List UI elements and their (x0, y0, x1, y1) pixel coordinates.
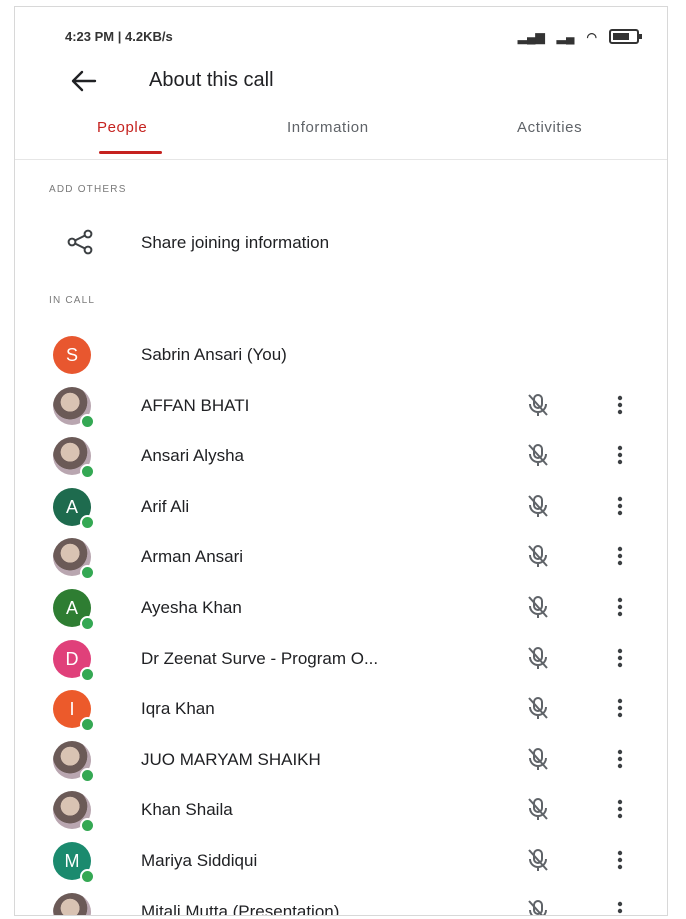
active-tab-indicator (99, 151, 162, 154)
online-status-dot (80, 413, 95, 429)
more-options-icon[interactable] (610, 695, 630, 721)
participant-name: Mitali Mutta (Presentation) (141, 901, 340, 916)
mic-off-icon[interactable] (525, 442, 551, 468)
mic-off-icon[interactable] (525, 796, 551, 822)
more-options-icon[interactable] (610, 442, 630, 468)
online-status-dot (80, 464, 95, 480)
participant-name: AFFAN BHATI (141, 395, 250, 415)
more-options-icon[interactable] (610, 392, 630, 418)
mic-off-icon[interactable] (525, 695, 551, 721)
participant-name: Ayesha Khan (141, 598, 242, 617)
online-status-dot (80, 514, 95, 530)
participant-row[interactable]: A Ayesha Khan (15, 582, 667, 632)
participant-row[interactable]: A Arif Ali (15, 481, 667, 531)
participant-name: Mariya Siddiqui (141, 851, 258, 870)
signal-icon-2: ▂▄ (556, 29, 575, 44)
participant-row[interactable]: Arman Ansari (15, 531, 667, 581)
add-others-label: ADD OTHERS (49, 184, 127, 195)
online-status-dot (80, 869, 95, 884)
avatar: S (53, 336, 91, 374)
status-bar: 4:23 PM | 4.2KB/s ▂▄▆ ▂▄ ◠ (65, 29, 642, 49)
participant-name: JUO MARYAM SHAIKH (141, 749, 321, 769)
more-options-icon[interactable] (610, 898, 630, 915)
participant-row[interactable]: AFFAN BHATI (15, 380, 667, 430)
online-status-dot (80, 818, 95, 834)
more-options-icon[interactable] (610, 645, 630, 671)
wifi-icon: ◠ (586, 29, 597, 44)
mic-off-icon[interactable] (525, 493, 551, 519)
tab-people[interactable]: People (97, 119, 147, 136)
more-options-icon[interactable] (610, 594, 630, 620)
participant-row[interactable]: D Dr Zeenat Surve - Program O... (15, 633, 667, 683)
tab-information[interactable]: Information (287, 119, 369, 136)
participant-name: Arman Ansari (141, 547, 244, 567)
mic-off-icon[interactable] (525, 898, 551, 915)
online-status-dot (80, 767, 95, 783)
mic-off-icon[interactable] (525, 392, 551, 418)
participant-name: Iqra Khan (141, 699, 215, 719)
page-title: About this call (149, 69, 274, 91)
back-arrow-icon[interactable] (69, 68, 99, 94)
mic-off-icon[interactable] (525, 645, 551, 671)
participant-row[interactable]: Ansari Alysha (15, 430, 667, 480)
participant-name: Arif Ali (141, 496, 190, 516)
status-time: 4:23 PM | 4.2KB/s (65, 29, 173, 44)
more-options-icon[interactable] (610, 543, 630, 569)
online-status-dot (80, 565, 95, 581)
avatar (53, 892, 91, 915)
mic-off-icon[interactable] (525, 746, 551, 772)
participant-row[interactable]: Khan Shaila (15, 784, 667, 834)
more-options-icon[interactable] (610, 796, 630, 822)
app-bar: About this call (15, 62, 667, 102)
share-joining-info-label: Share joining information (141, 233, 330, 252)
share-joining-info-row[interactable]: Share joining information (15, 219, 667, 267)
participant-row[interactable]: JUO MARYAM SHAIKH (15, 734, 667, 784)
battery-icon (609, 29, 642, 44)
online-status-dot (80, 717, 95, 733)
mic-off-icon[interactable] (525, 594, 551, 620)
participant-row[interactable]: I Iqra Khan (15, 683, 667, 733)
online-status-dot (80, 616, 95, 631)
more-options-icon[interactable] (610, 493, 630, 519)
mic-off-icon[interactable] (525, 543, 551, 569)
participant-row[interactable]: S Sabrin Ansari (You) (15, 329, 667, 379)
mic-off-icon[interactable] (525, 847, 551, 873)
share-icon (65, 229, 95, 255)
more-options-icon[interactable] (610, 847, 630, 873)
status-icons: ▂▄▆ ▂▄ ◠ (517, 29, 642, 44)
in-call-label: IN CALL (49, 295, 96, 306)
phone-screen: 4:23 PM | 4.2KB/s ▂▄▆ ▂▄ ◠ About this ca… (14, 6, 668, 916)
participant-name: Ansari Alysha (141, 446, 244, 466)
participant-name: Dr Zeenat Surve - Program O... (141, 648, 379, 668)
signal-icon: ▂▄▆ (517, 29, 545, 44)
participant-name: Khan Shaila (141, 800, 233, 820)
online-status-dot (80, 666, 95, 682)
participant-row[interactable]: M Mariya Siddiqui (15, 835, 667, 885)
participant-name: Sabrin Ansari (You) (141, 345, 287, 364)
more-options-icon[interactable] (610, 746, 630, 772)
tab-bar: People Information Activities (15, 111, 667, 160)
tab-activities[interactable]: Activities (517, 119, 582, 136)
participant-row[interactable]: Mitali Mutta (Presentation) (15, 886, 667, 916)
